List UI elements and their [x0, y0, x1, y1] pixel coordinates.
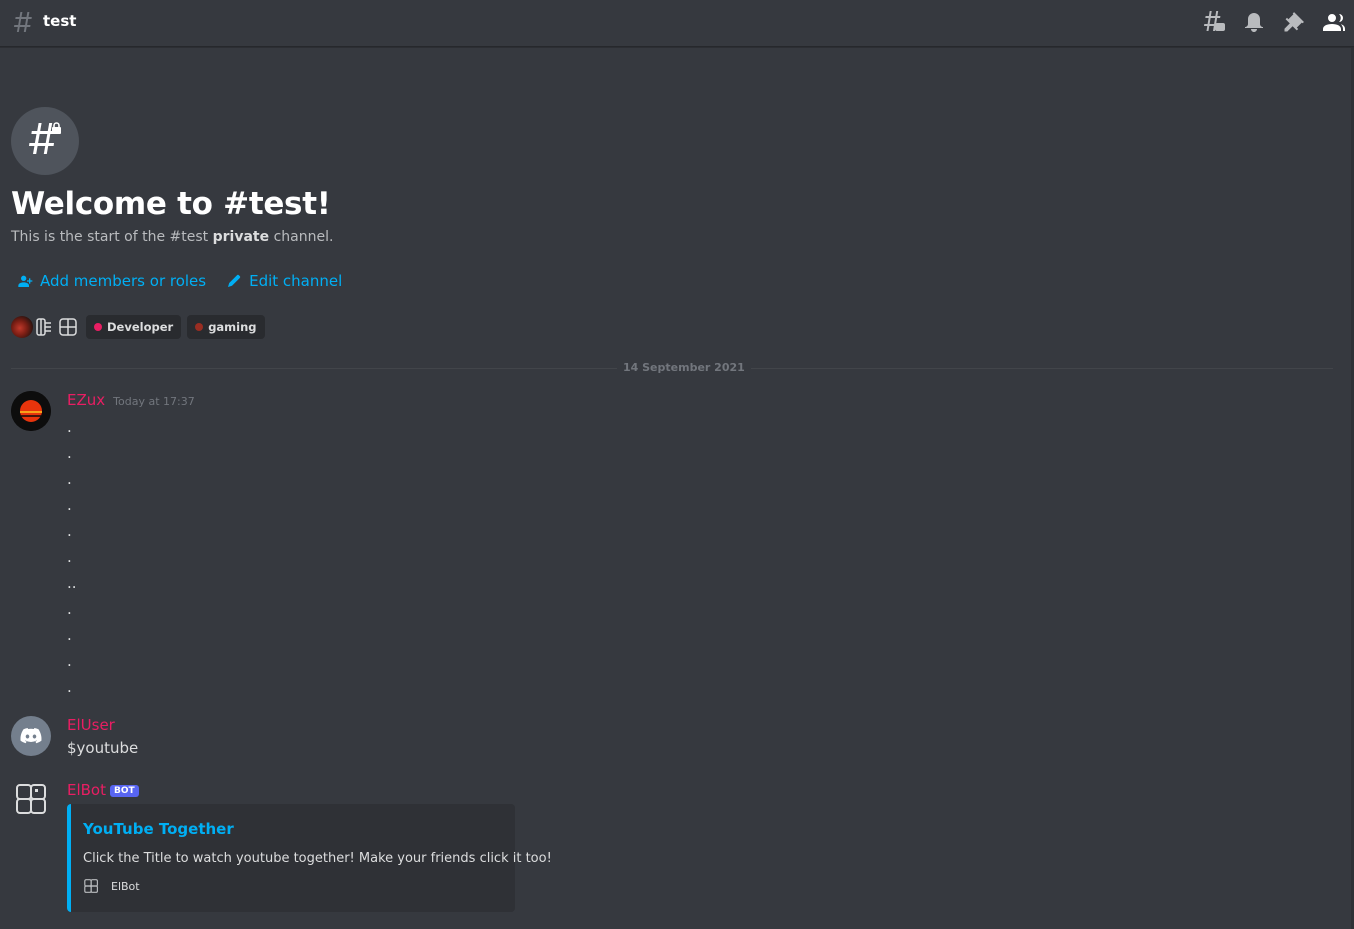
- avatar[interactable]: [11, 780, 51, 820]
- role-name: Developer: [107, 320, 174, 334]
- message-line: .: [67, 418, 72, 436]
- avatar[interactable]: [11, 716, 51, 756]
- bot-badge: BOT: [110, 785, 139, 797]
- username[interactable]: EZux: [67, 391, 105, 409]
- channel-name: test: [43, 12, 77, 30]
- add-member-icon: [18, 275, 33, 287]
- role-name: gaming: [208, 320, 257, 334]
- message-line: .: [67, 522, 72, 540]
- timestamp: Today at 17:37: [113, 395, 195, 408]
- message-line: .: [67, 600, 72, 618]
- role-color-dot: [94, 323, 102, 331]
- embed-footer: ElBot: [83, 877, 140, 895]
- locked-channel-icon: [11, 107, 79, 175]
- bot-logo-icon: [36, 318, 51, 336]
- role-pill-developer[interactable]: Developer: [86, 315, 182, 339]
- date-divider-label: 14 September 2021: [617, 361, 751, 374]
- embed-card: YouTube Together Click the Title to watc…: [67, 804, 552, 912]
- embed-footer-text: ElBot: [111, 879, 140, 893]
- pin-icon[interactable]: [1282, 10, 1306, 34]
- edit-channel-button[interactable]: Edit channel: [226, 272, 342, 290]
- channel-members-row: Developer gaming: [11, 315, 265, 339]
- avatar[interactable]: [11, 391, 51, 431]
- embed-title-link[interactable]: YouTube Together: [83, 820, 234, 838]
- add-members-button[interactable]: Add members or roles: [17, 272, 206, 290]
- welcome-subtitle: This is the start of the #test private c…: [11, 229, 334, 245]
- bell-icon[interactable]: [1242, 10, 1266, 34]
- message-content: . . . . . . .. . . . .: [67, 414, 77, 700]
- pencil-icon: [228, 274, 241, 287]
- message-line: .: [67, 470, 72, 488]
- add-members-label: Add members or roles: [40, 272, 207, 290]
- message-line: ..: [67, 574, 77, 592]
- message-line: .: [67, 652, 72, 670]
- username[interactable]: ElBot: [67, 781, 106, 799]
- discord-logo-icon: [20, 728, 42, 744]
- message-line: .: [67, 626, 72, 644]
- locked-hash-icon: [14, 12, 32, 32]
- elbot-logo-icon: [59, 318, 77, 336]
- message-text: $youtube: [67, 739, 139, 757]
- edit-channel-label: Edit channel: [249, 272, 343, 290]
- members-icon[interactable]: [1322, 10, 1346, 34]
- threads-icon[interactable]: [1202, 10, 1226, 34]
- channel-header: test: [0, 0, 1354, 47]
- embed-description: Click the Title to watch youtube togethe…: [83, 851, 552, 866]
- welcome-title: Welcome to #test!: [11, 186, 331, 222]
- elbot-logo-icon: [16, 784, 46, 814]
- message-line: .: [67, 444, 72, 462]
- username[interactable]: ElUser: [67, 716, 115, 734]
- message-line: .: [67, 678, 72, 696]
- message-content: $youtube: [67, 735, 138, 761]
- channel-welcome: Welcome to #test! This is the start of t…: [11, 107, 333, 245]
- avatar-ezux-mini[interactable]: [11, 316, 33, 338]
- role-pill-gaming[interactable]: gaming: [187, 315, 265, 339]
- avatar-bot-mini[interactable]: [34, 316, 56, 338]
- message-line: .: [67, 548, 72, 566]
- elbot-logo-icon: [84, 879, 98, 893]
- message-line: .: [67, 496, 72, 514]
- avatar-elbot-mini[interactable]: [57, 316, 79, 338]
- role-color-dot: [195, 323, 204, 331]
